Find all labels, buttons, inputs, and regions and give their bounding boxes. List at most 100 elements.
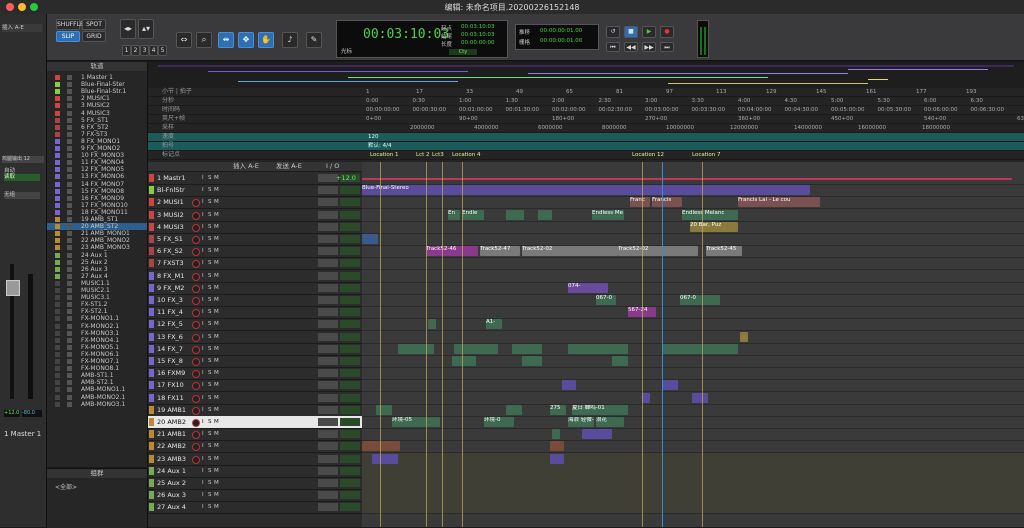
input-monitor-icon[interactable]: I	[202, 428, 204, 440]
go-to-end-icon[interactable]: ⏭	[660, 42, 674, 52]
track-list-item[interactable]: 1 Master 1	[47, 74, 147, 81]
track-visibility-icon[interactable]	[55, 359, 60, 364]
record-arm-icon[interactable]	[192, 236, 200, 244]
io-selector[interactable]	[318, 222, 338, 231]
track-header[interactable]: 22 AMB2 I S M	[148, 440, 362, 454]
mute-icon[interactable]: M	[214, 306, 219, 318]
track-name[interactable]: 19 AMB1	[157, 404, 186, 416]
audio-clip[interactable]	[550, 453, 564, 464]
voice-selector[interactable]	[340, 320, 360, 329]
solo-icon[interactable]: S	[208, 392, 212, 404]
track-list-item[interactable]: 13 FX_MONO6	[47, 173, 147, 180]
track-visibility-icon[interactable]	[55, 309, 60, 315]
track-list-item[interactable]: 18 FX_MONO11	[47, 209, 147, 216]
track-list-item[interactable]: AMB-MONO2.1	[47, 394, 147, 401]
input-monitor-icon[interactable]: I	[202, 404, 204, 416]
track-visibility-icon[interactable]	[55, 202, 60, 208]
audio-clip[interactable]: 环境-05	[392, 417, 440, 427]
track-name[interactable]: 7 FXST3	[157, 257, 184, 269]
trim-tool-icon[interactable]: ⇹	[218, 32, 234, 48]
voice-selector[interactable]	[340, 393, 360, 402]
meter-value[interactable]: 默认: 4/4	[368, 142, 391, 150]
input-monitor-icon[interactable]: I	[202, 489, 204, 501]
solo-icon[interactable]: S	[208, 331, 212, 343]
track-list-item[interactable]: 6 FX_ST2	[47, 124, 147, 131]
mute-icon[interactable]: M	[214, 428, 219, 440]
mute-icon[interactable]: M	[214, 392, 219, 404]
track-header[interactable]: 24 Aux 1 ISM	[148, 465, 362, 478]
track-list-item[interactable]: 27 Aux 4	[47, 273, 147, 280]
mute-icon[interactable]: M	[214, 184, 219, 196]
track-header[interactable]: 8 FX_M1 I S M	[148, 270, 362, 283]
track-header[interactable]: 12 FX_5 I S M	[148, 318, 362, 332]
audio-clip[interactable]: 275	[550, 404, 566, 415]
audio-clip[interactable]	[662, 380, 678, 391]
track-header[interactable]: 19 AMB1 I S M	[148, 404, 362, 417]
track-list-item[interactable]: 17 FX_MONO10	[47, 202, 147, 209]
track-header[interactable]: 23 AMB3 I S M	[148, 453, 362, 466]
track-name[interactable]: 17 FX10	[157, 379, 184, 391]
audio-clip[interactable]: Blue-Final-Stereo	[362, 185, 810, 196]
voice-selector[interactable]	[340, 357, 360, 365]
track-header[interactable]: Bl-FnlStr I S M	[148, 184, 362, 198]
solo-icon[interactable]: S	[208, 245, 212, 257]
solo-icon[interactable]: S	[208, 453, 212, 465]
marker-location-7[interactable]: Location 7	[692, 151, 721, 159]
track-list-item[interactable]: 8 FX_MONO1	[47, 138, 147, 145]
io-selector[interactable]	[318, 479, 338, 487]
input-monitor-icon[interactable]: I	[202, 294, 204, 306]
zoom-toggle-icon[interactable]: ⇔	[176, 32, 192, 48]
track-header[interactable]: 16 FXM9 I S M	[148, 367, 362, 381]
track-header[interactable]: 18 FX11 I S M	[148, 392, 362, 405]
record-arm-icon[interactable]	[192, 260, 200, 269]
marker-location-1[interactable]: Location 1	[370, 151, 399, 159]
ruler-samples[interactable]: 采样 2000000 4000000 6000000 8000000 10000000 12…	[148, 124, 1024, 133]
audio-clip[interactable]: 夏日 蝉鸣-01	[572, 404, 628, 415]
track-list-item[interactable]: 10 FX_MONO3	[47, 152, 147, 159]
track-name[interactable]: Bl-FnlStr	[157, 184, 185, 196]
track-list-item[interactable]: 9 FX_MONO2	[47, 145, 147, 152]
track-visibility-icon[interactable]	[55, 245, 60, 251]
track-visibility-icon[interactable]	[55, 146, 60, 151]
track-header[interactable]: 20 AMB2 I S M	[148, 416, 362, 429]
io-selector[interactable]	[318, 357, 338, 365]
ruler-tempo[interactable]: 速度 120	[148, 133, 1024, 142]
input-monitor-icon[interactable]: I	[202, 306, 204, 318]
track-list-item[interactable]: 12 FX_MONO5	[47, 166, 147, 173]
track-visibility-icon[interactable]	[55, 288, 60, 293]
input-monitor-icon[interactable]: I	[202, 392, 204, 404]
audio-clip[interactable]: Track52-02	[618, 246, 698, 257]
audio-clip[interactable]	[692, 392, 708, 403]
voice-selector[interactable]	[340, 198, 360, 207]
track-name[interactable]: 24 Aux 1	[157, 465, 186, 477]
solo-icon[interactable]: S	[208, 196, 212, 208]
track-header[interactable]: 10 FX_3 I S M	[148, 294, 362, 307]
input-monitor-icon[interactable]: I	[202, 196, 204, 208]
track-list-item[interactable]: 15 FX_MONO8	[47, 188, 147, 195]
audio-clip[interactable]: 067-0	[680, 295, 720, 305]
io-selector[interactable]	[318, 454, 338, 463]
io-selector[interactable]	[318, 320, 338, 329]
audio-clip[interactable]: Francis Lai - Le cou	[738, 197, 820, 208]
input-monitor-icon[interactable]: I	[202, 245, 204, 257]
record-arm-icon[interactable]	[192, 309, 200, 318]
solo-icon[interactable]: S	[208, 184, 212, 196]
io-selector[interactable]	[318, 405, 338, 414]
track-header[interactable]: 11 FX_4 I S M	[148, 306, 362, 320]
audio-clip[interactable]: Endle	[462, 209, 484, 220]
track-visibility-icon[interactable]	[55, 252, 60, 258]
track-list-item[interactable]: FX-MONO1.1	[47, 315, 147, 322]
track-header[interactable]: 1 Mastr1 I S M +12.0	[148, 172, 362, 185]
audio-clip[interactable]: En	[448, 209, 460, 220]
track-header[interactable]: 6 FX_S2 I S M	[148, 245, 362, 259]
ruler-minsecs[interactable]: 分秒 0:00 0:30 1:00 1:30 2:00 2:30 3:00 3:30 4:00 4:…	[148, 97, 1024, 106]
track-list-item[interactable]: MUSIC2.1	[47, 287, 147, 294]
strip-auto-mode[interactable]: 读取	[4, 174, 40, 181]
input-monitor-icon[interactable]: I	[202, 318, 204, 330]
audio-clip[interactable]: Track52-46	[426, 246, 478, 257]
mute-icon[interactable]: M	[214, 477, 219, 489]
scrubber-tool-icon[interactable]: ♪	[282, 32, 298, 48]
audio-clip[interactable]	[562, 380, 576, 391]
mute-icon[interactable]: M	[214, 282, 219, 294]
record-arm-icon[interactable]	[192, 419, 200, 427]
